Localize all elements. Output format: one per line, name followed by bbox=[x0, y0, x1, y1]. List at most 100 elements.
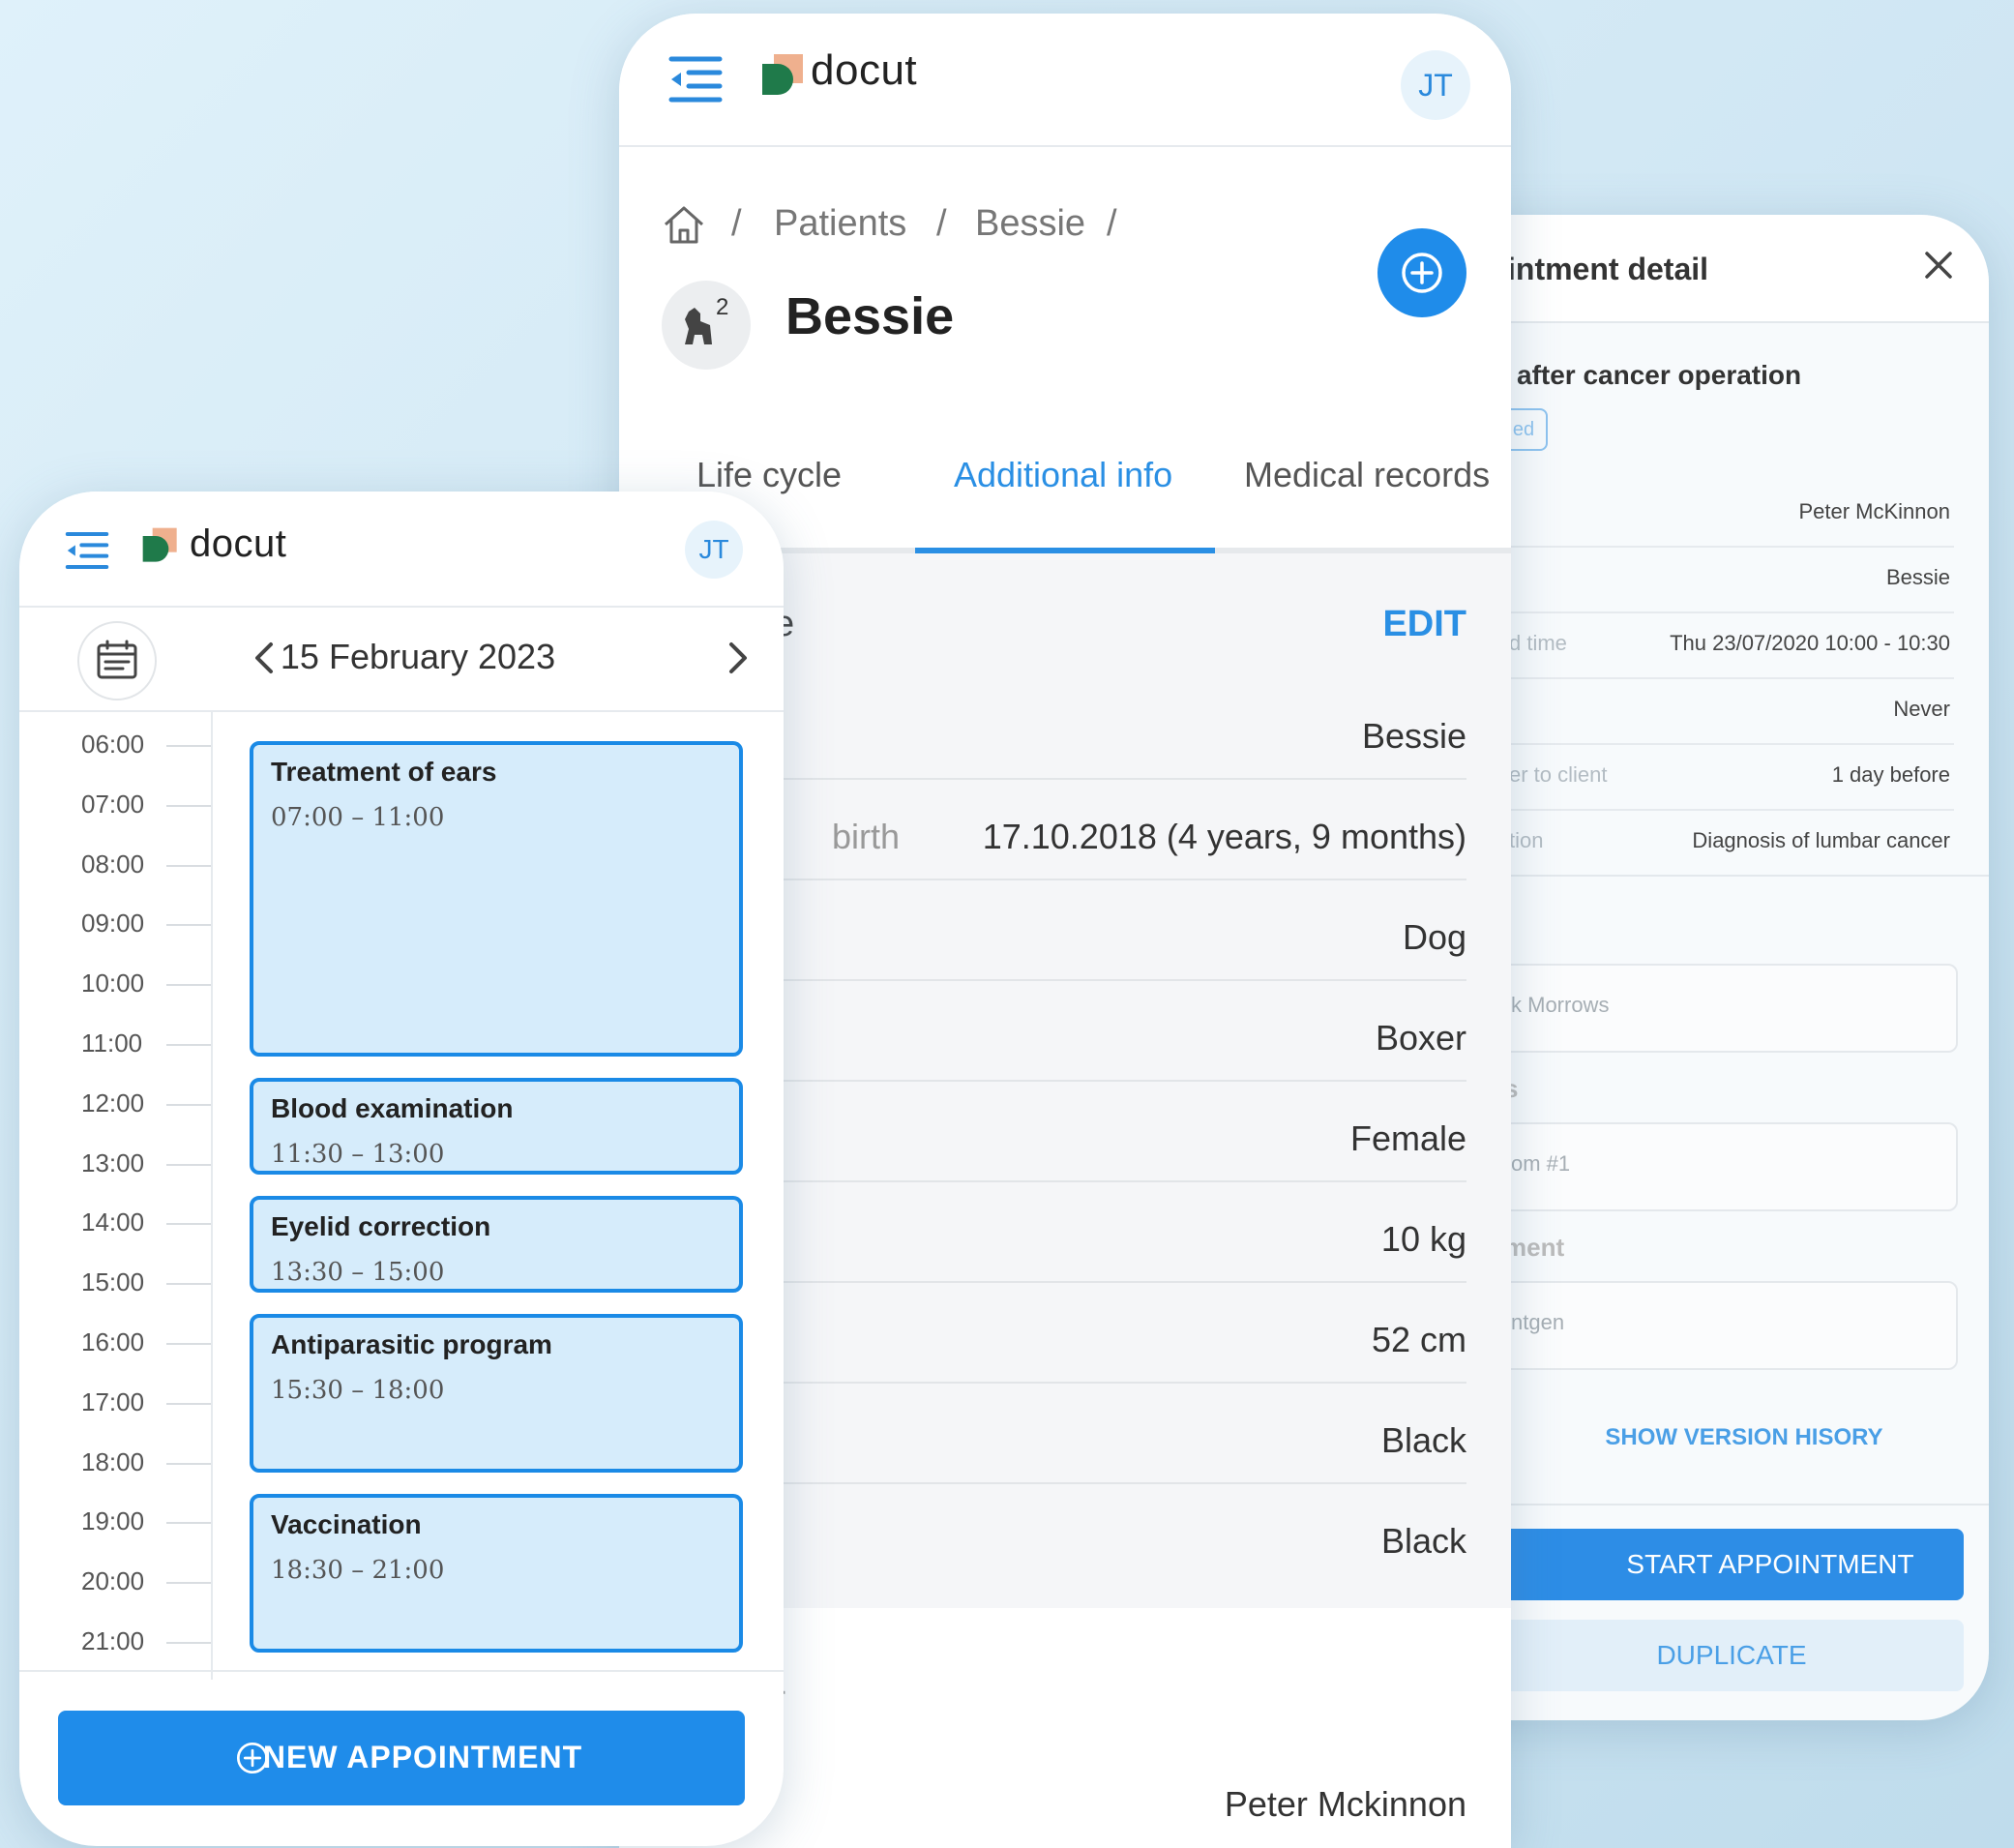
detail-title: intment detail bbox=[1507, 252, 1709, 286]
hour-tick bbox=[166, 1283, 211, 1286]
info-row: Black bbox=[677, 1384, 1466, 1484]
equipment-field[interactable]: ntgen bbox=[1499, 1281, 1958, 1370]
tab-medical-records[interactable]: Medical records bbox=[1244, 455, 1490, 495]
logo-text: docut bbox=[190, 522, 287, 565]
patient-name: Bessie bbox=[785, 287, 955, 345]
info-row-value: Black bbox=[1380, 1420, 1466, 1460]
hour-tick bbox=[166, 1582, 211, 1585]
equipment-section-label: ment bbox=[1504, 1233, 1565, 1262]
hour-label: 08:00 bbox=[81, 849, 145, 879]
tab-additional-info[interactable]: Additional info bbox=[954, 455, 1172, 495]
menu-collapse-icon[interactable] bbox=[64, 530, 110, 571]
hour-tick bbox=[166, 984, 211, 987]
info-row-value: Boxer bbox=[1375, 1018, 1466, 1058]
hour-tick bbox=[166, 1343, 211, 1345]
detail-row-value: Never bbox=[1893, 697, 1950, 721]
info-row: Dog bbox=[677, 880, 1466, 981]
detail-row-value: Thu 23/07/2020 10:00 - 10:30 bbox=[1670, 631, 1950, 655]
calendar-panel: docut JT 15 February 2023 06:00 07:00 08:0… bbox=[19, 492, 784, 1846]
hour-label: 14:00 bbox=[81, 1207, 145, 1237]
hour-tick bbox=[166, 1163, 211, 1166]
event-time: 18:30 – 21:00 bbox=[271, 1556, 445, 1585]
detail-row-label: d time bbox=[1509, 631, 1567, 655]
breadcrumb-bessie[interactable]: Bessie bbox=[975, 203, 1085, 245]
info-row: Female bbox=[677, 1082, 1466, 1182]
appointment-subtitle: after cancer operation bbox=[1517, 360, 1802, 390]
appointment-event[interactable]: Treatment of ears 07:00 – 11:00 bbox=[250, 741, 743, 1057]
docut-logo-icon bbox=[142, 527, 177, 562]
menu-collapse-icon[interactable] bbox=[667, 54, 724, 104]
close-icon[interactable] bbox=[1917, 244, 1960, 286]
hour-label: 15:00 bbox=[81, 1267, 145, 1297]
detail-row-value: Peter McKinnon bbox=[1798, 499, 1950, 523]
doctor-field[interactable]: k Morrows bbox=[1499, 964, 1958, 1053]
event-time: 11:30 – 13:00 bbox=[271, 1140, 445, 1169]
edit-button[interactable]: EDIT bbox=[1382, 604, 1466, 645]
plus-circle-icon bbox=[1402, 253, 1442, 293]
hour-tick bbox=[166, 1044, 211, 1046]
detail-row: d time Thu 23/07/2020 10:00 - 10:30 bbox=[1499, 611, 1954, 679]
hour-label: 19:00 bbox=[81, 1506, 145, 1536]
event-time: 13:30 – 15:00 bbox=[271, 1258, 445, 1287]
chevron-right-icon[interactable] bbox=[718, 637, 756, 679]
info-row-value: Black bbox=[1380, 1521, 1466, 1561]
appointment-event[interactable]: Blood examination 11:30 – 13:00 bbox=[250, 1078, 743, 1175]
appointment-event[interactable]: Eyelid correction 13:30 – 15:00 bbox=[250, 1196, 743, 1293]
hour-tick bbox=[166, 1223, 211, 1226]
hour-tick bbox=[166, 804, 211, 807]
hour-tick bbox=[166, 745, 211, 747]
detail-row: Never bbox=[1499, 677, 1954, 745]
hour-tick bbox=[166, 1522, 211, 1525]
logo-text: docut bbox=[811, 46, 918, 94]
info-row: Bessie bbox=[677, 679, 1466, 780]
detail-row: Bessie bbox=[1499, 546, 1954, 613]
breadcrumb-separator: / bbox=[1107, 203, 1117, 244]
docut-logo-icon bbox=[762, 54, 803, 95]
event-time: 15:30 – 18:00 bbox=[271, 1376, 445, 1405]
info-row-value: 17.10.2018 (4 years, 9 months) bbox=[982, 817, 1466, 856]
breadcrumb-separator: / bbox=[731, 203, 742, 244]
info-row-value: Bessie bbox=[1361, 716, 1466, 756]
top-bar: docut JT bbox=[19, 492, 784, 608]
detail-row-value: 1 day before bbox=[1831, 762, 1950, 787]
hour-label: 20:00 bbox=[81, 1566, 145, 1596]
dog-icon bbox=[685, 308, 712, 344]
breadcrumb-patients[interactable]: Patients bbox=[774, 203, 906, 245]
divider bbox=[19, 1670, 784, 1672]
hour-label: 06:00 bbox=[81, 730, 145, 759]
duplicate-button[interactable]: DUPLICATE bbox=[1499, 1620, 1964, 1691]
new-appointment-button[interactable]: NEW APPOINTMENT bbox=[58, 1711, 745, 1805]
info-row: birth 17.10.2018 (4 years, 9 months) bbox=[677, 780, 1466, 880]
user-avatar[interactable]: JT bbox=[685, 521, 743, 579]
start-appointment-button[interactable]: START APPOINTMENT bbox=[1441, 1529, 1964, 1600]
appointment-event[interactable]: Antiparasitic program 15:30 – 18:00 bbox=[250, 1314, 743, 1473]
room-field-value: om #1 bbox=[1511, 1151, 1571, 1176]
tab-life-cycle[interactable]: Life cycle bbox=[696, 455, 842, 495]
info-row: Boxer bbox=[677, 981, 1466, 1082]
owner-value: Peter Mckinnon bbox=[1224, 1784, 1466, 1824]
hour-label: 18:00 bbox=[81, 1446, 145, 1476]
info-row-value: Dog bbox=[1402, 917, 1466, 957]
user-avatar[interactable]: JT bbox=[1401, 50, 1470, 120]
info-row: 10 kg bbox=[677, 1182, 1466, 1283]
home-icon[interactable] bbox=[662, 203, 706, 246]
info-row: Black bbox=[677, 1484, 1466, 1583]
event-title: Treatment of ears bbox=[271, 757, 497, 787]
info-row-value: 52 cm bbox=[1371, 1320, 1466, 1359]
appointment-event[interactable]: Vaccination 18:30 – 21:00 bbox=[250, 1494, 743, 1653]
current-date: 15 February 2023 bbox=[280, 637, 556, 676]
pet-count: 2 bbox=[716, 294, 729, 320]
room-field[interactable]: om #1 bbox=[1499, 1122, 1958, 1211]
hour-label: 16:00 bbox=[81, 1327, 145, 1356]
detail-row-value: Diagnosis of lumbar cancer bbox=[1692, 828, 1950, 852]
hour-tick bbox=[166, 1402, 211, 1405]
add-button[interactable] bbox=[1377, 228, 1466, 317]
hour-label: 17:00 bbox=[81, 1386, 145, 1416]
doctor-field-value: k Morrows bbox=[1511, 993, 1610, 1017]
info-row-value: 10 kg bbox=[1380, 1219, 1466, 1259]
hour-tick bbox=[166, 864, 211, 867]
hour-tick bbox=[166, 924, 211, 927]
pet-avatar: 2 bbox=[662, 281, 751, 370]
event-title: Blood examination bbox=[271, 1093, 514, 1123]
hour-tick bbox=[166, 1103, 211, 1106]
